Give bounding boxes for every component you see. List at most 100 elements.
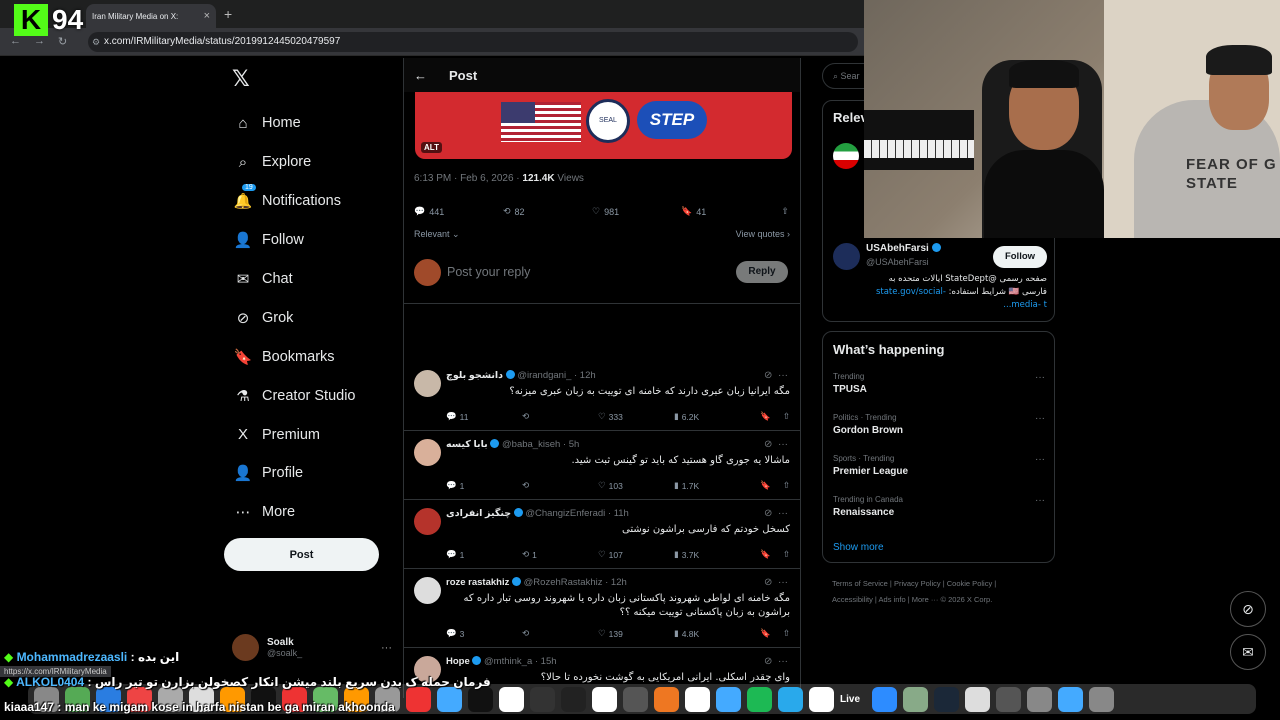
dock-app-icon[interactable]: [716, 686, 741, 712]
reply-tweet[interactable]: بابا کیسه @baba_kiseh · 5h ⊘ ··· ماشالا …: [404, 431, 800, 500]
reply-tweet[interactable]: چنگیز انفرادی @ChangizEnferadi · 11h ⊘ ·…: [404, 500, 800, 569]
nav-home[interactable]: ⌂ Home: [232, 104, 356, 143]
reply-input[interactable]: Post your reply: [447, 265, 530, 279]
tweet-menu[interactable]: ⊘ ···: [764, 656, 788, 667]
tweet-menu[interactable]: ⊘ ···: [764, 370, 788, 381]
dock-app-icon[interactable]: [1027, 686, 1052, 712]
dock-app-icon[interactable]: [1058, 686, 1083, 712]
nav-grok[interactable]: ⊘ Grok: [232, 298, 356, 337]
iran-flag-avatar[interactable]: [833, 143, 859, 169]
dock-app-icon[interactable]: [561, 686, 586, 712]
dock-app-icon[interactable]: [1089, 686, 1114, 712]
tweet-extra-actions[interactable]: 🔖⇧: [760, 411, 790, 422]
grok-floating-button[interactable]: ⊘: [1230, 591, 1266, 627]
close-tab-icon[interactable]: ×: [204, 10, 210, 22]
repost-count-button[interactable]: ⟲ 82: [503, 206, 592, 217]
more-dots-icon[interactable]: ···: [381, 642, 392, 654]
reply-button[interactable]: 💬 1: [446, 549, 522, 560]
tweet-author[interactable]: دانشجو بلوچ @irandgani_ · 12h: [446, 370, 596, 381]
tweet-author[interactable]: Hope @mthink_a · 15h: [446, 656, 557, 667]
repost-button[interactable]: ⟲: [522, 628, 598, 639]
back-arrow-icon[interactable]: ←: [10, 35, 21, 47]
bookmark-count-button[interactable]: 🔖 41: [681, 206, 770, 217]
reply-button[interactable]: Reply: [736, 261, 788, 283]
dock-app-icon[interactable]: [623, 686, 648, 712]
view-quotes-link[interactable]: View quotes ›: [736, 229, 790, 240]
repost-button[interactable]: ⟲: [522, 480, 598, 491]
dock-live-label[interactable]: Live: [840, 694, 866, 705]
tweet-extra-actions[interactable]: 🔖⇧: [760, 549, 790, 560]
like-button[interactable]: ♡ 139: [598, 628, 674, 639]
nav-chat[interactable]: ✉ Chat: [232, 260, 356, 299]
dock-app-icon[interactable]: [872, 686, 897, 712]
user-name[interactable]: USAbehFarsi: [866, 243, 941, 254]
tweet-extra-actions[interactable]: 🔖⇧: [760, 480, 790, 491]
tweet-author[interactable]: بابا کیسه @baba_kiseh · 5h: [446, 439, 579, 450]
site-settings-icon[interactable]: ⚙: [92, 32, 100, 52]
nav-premium[interactable]: X Premium: [232, 415, 356, 454]
browser-tab[interactable]: Iran Military Media on X: ×: [86, 4, 216, 28]
avatar[interactable]: [833, 243, 860, 270]
forward-arrow-icon[interactable]: →: [34, 35, 45, 47]
dock-app-icon[interactable]: [437, 686, 462, 712]
messages-floating-button[interactable]: ✉: [1230, 634, 1266, 670]
dock-app-icon[interactable]: [996, 686, 1021, 712]
reply-count-button[interactable]: 💬 441: [414, 206, 503, 217]
back-arrow-icon[interactable]: ←: [414, 68, 427, 83]
show-more-link[interactable]: Show more: [833, 542, 884, 553]
views-button[interactable]: ▮ 4.8K: [674, 628, 750, 639]
like-button[interactable]: ♡ 103: [598, 480, 674, 491]
dock-app-icon[interactable]: [809, 686, 834, 712]
nav-explore[interactable]: ⌕ Explore: [232, 143, 356, 182]
dock-app-icon[interactable]: [685, 686, 710, 712]
dock-app-icon[interactable]: [499, 686, 524, 712]
trend-item[interactable]: Trending in Canada Renaissance ···: [833, 495, 1045, 518]
alt-badge[interactable]: ALT: [421, 142, 442, 153]
avatar[interactable]: [414, 439, 441, 466]
share-button[interactable]: ⇧: [781, 206, 789, 217]
dock-app-icon[interactable]: [747, 686, 772, 712]
dock-app-icon[interactable]: [965, 686, 990, 712]
dock-app-icon[interactable]: [468, 686, 493, 712]
dock-app-icon[interactable]: [654, 686, 679, 712]
repost-button[interactable]: ⟲ 1: [522, 549, 598, 560]
nav-more[interactable]: ⋯ More: [232, 493, 356, 532]
avatar[interactable]: [414, 508, 441, 535]
reply-button[interactable]: 💬 11: [446, 411, 522, 422]
dock-app-icon[interactable]: [592, 686, 617, 712]
nav-creator-studio[interactable]: ⚗ Creator Studio: [232, 376, 355, 415]
trend-item[interactable]: Politics · Trending Gordon Brown ···: [833, 413, 1045, 436]
views-button[interactable]: ▮ 1.7K: [674, 480, 750, 491]
reply-tweet[interactable]: roze rastakhiz @RozehRastakhiz · 12h ⊘ ·…: [404, 569, 800, 648]
reply-button[interactable]: 💬 1: [446, 480, 522, 491]
trend-item[interactable]: Sports · Trending Premier League ···: [833, 454, 1045, 477]
follow-button[interactable]: Follow: [993, 246, 1047, 268]
tweet-menu[interactable]: ⊘ ···: [764, 577, 788, 588]
avatar[interactable]: [414, 577, 441, 604]
nav-follow[interactable]: 👤 Follow: [232, 221, 356, 260]
dock-app-icon[interactable]: [934, 686, 959, 712]
sort-dropdown[interactable]: Relevant ⌄: [414, 229, 460, 240]
nav-profile[interactable]: 👤 Profile: [232, 454, 356, 493]
post-image[interactable]: SEAL STEP ALT: [415, 92, 792, 159]
new-tab-button[interactable]: +: [224, 6, 232, 22]
account-switcher[interactable]: Soalk @soalk_ ···: [232, 634, 392, 661]
dock-app-icon[interactable]: [530, 686, 555, 712]
tweet-extra-actions[interactable]: 🔖⇧: [760, 628, 790, 639]
dock-app-icon[interactable]: [778, 686, 803, 712]
tweet-menu[interactable]: ⊘ ···: [764, 439, 788, 450]
url-input[interactable]: ⚙ x.com/IRMilitaryMedia/status/201991244…: [88, 32, 858, 52]
compose-post-button[interactable]: Post: [224, 538, 379, 571]
like-button[interactable]: ♡ 333: [598, 411, 674, 422]
reply-button[interactable]: 💬 3: [446, 628, 522, 639]
like-button[interactable]: ♡ 107: [598, 549, 674, 560]
tweet-author[interactable]: roze rastakhiz @RozehRastakhiz · 12h: [446, 577, 627, 588]
reload-icon[interactable]: ↻: [58, 35, 67, 48]
like-count-button[interactable]: ♡ 981: [592, 206, 681, 217]
x-logo-icon[interactable]: 𝕏: [232, 66, 250, 92]
views-button[interactable]: ▮ 3.7K: [674, 549, 750, 560]
dock-app-icon[interactable]: [903, 686, 928, 712]
reply-tweet[interactable]: دانشجو بلوچ @irandgani_ · 12h ⊘ ··· مگه …: [404, 362, 800, 431]
tweet-menu[interactable]: ⊘ ···: [764, 508, 788, 519]
trend-item[interactable]: Trending TPUSA ···: [833, 372, 1045, 395]
